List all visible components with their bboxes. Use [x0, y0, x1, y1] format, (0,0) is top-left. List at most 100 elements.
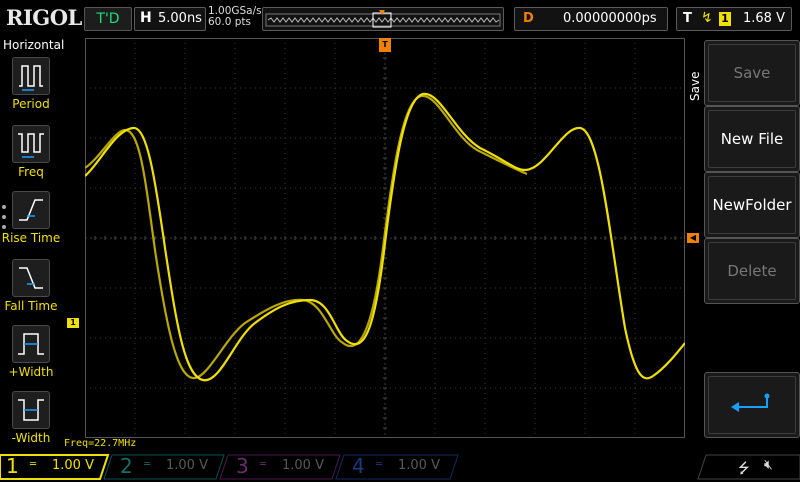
grid-tick [304, 236, 306, 240]
grid-tick [383, 427, 387, 429]
grid-tick [364, 236, 366, 240]
grid-tick [434, 236, 436, 240]
grid-tick [383, 347, 387, 349]
grid-tick [604, 236, 606, 240]
grid-tick [524, 236, 526, 240]
measure-fall-time-button[interactable]: Fall Time [4, 259, 58, 325]
usb-icon: ⭍ [738, 461, 750, 477]
grid-tick [134, 236, 136, 240]
delete-button[interactable]: Delete [704, 238, 800, 304]
period-icon [12, 57, 50, 95]
trigger-box[interactable]: T ↯ 1 1.68 V [676, 7, 792, 31]
grid-tick [264, 236, 266, 240]
waveform-display[interactable] [85, 38, 685, 438]
grid-tick [124, 236, 126, 240]
brand-logo: RIGOL [6, 5, 82, 30]
channel-1-ground-marker[interactable]: 1 [67, 318, 79, 328]
measure-freq-button[interactable]: Freq [9, 125, 53, 191]
measure-freq-label: Freq [18, 165, 44, 179]
grid-tick [404, 236, 406, 240]
soft-menu-title: Save [687, 62, 702, 102]
grid-tick [534, 236, 536, 240]
grid-tick [294, 236, 296, 240]
grid-tick [383, 277, 387, 279]
negative-width-icon [12, 391, 50, 429]
grid-tick [354, 236, 356, 240]
grid-tick [584, 236, 586, 240]
acquisition-status[interactable]: T'D [84, 7, 132, 31]
channel-4-tab[interactable]: 4 ═ 1.00 V [346, 453, 454, 480]
trigger-tag: T [683, 11, 692, 26]
grid-tick [284, 236, 286, 240]
grid-tick [514, 236, 516, 240]
channel-2-number: 2 [120, 454, 133, 478]
channel-2-coupling: ═ [144, 459, 151, 470]
delay-tag: D [523, 11, 534, 26]
channel-1-tab[interactable]: 1 ═ 1.00 V [0, 453, 106, 480]
horizontal-tag: H [140, 10, 152, 26]
speaker-mute-icon[interactable]: 🔇︎ [764, 457, 773, 473]
grid-tick [104, 236, 106, 240]
grid-tick [204, 236, 206, 240]
grid-tick [383, 117, 387, 119]
grid-tick [383, 197, 387, 199]
save-button[interactable]: Save [704, 40, 800, 106]
measure-period-button[interactable]: Period [9, 57, 53, 123]
grid-tick [424, 236, 426, 240]
measure-positive-width-label: +Width [8, 365, 54, 379]
grid-tick [383, 307, 387, 309]
delete-button-label: Delete [708, 242, 796, 300]
grid-tick [494, 236, 496, 240]
channel-2-tab[interactable]: 2 ═ 1.00 V [114, 453, 222, 480]
return-button[interactable] [704, 372, 800, 438]
new-file-button-label: New File [708, 110, 796, 168]
soft-menu-title-text: Save [688, 71, 702, 101]
grid-tick [383, 417, 387, 419]
grid-tick [94, 236, 96, 240]
new-file-button[interactable]: New File [704, 106, 800, 172]
grid-tick [614, 236, 616, 240]
trigger-position-icon[interactable]: T [379, 38, 391, 52]
grid-tick [154, 236, 156, 240]
channel-3-scale: 1.00 V [282, 458, 324, 473]
grid-tick [184, 236, 186, 240]
new-folder-button[interactable]: NewFolder [704, 172, 800, 238]
delay-box[interactable]: D 0.00000000ps [514, 7, 668, 31]
grid-tick [383, 357, 387, 359]
channel-2-scale: 1.00 V [166, 458, 208, 473]
grid-tick [174, 236, 176, 240]
memory-overview[interactable] [262, 7, 504, 31]
grid-tick [274, 236, 276, 240]
horizontal-timebase-box[interactable]: H 5.00ns [134, 7, 206, 31]
grid-tick [383, 337, 387, 339]
grid-tick [634, 236, 636, 240]
measure-negative-width-button[interactable]: -Width [9, 391, 53, 457]
grid-tick [383, 327, 387, 329]
grid-tick [383, 397, 387, 399]
grid-tick [254, 236, 256, 240]
grid-tick [224, 236, 226, 240]
grid-tick [374, 236, 376, 240]
channel-3-tab[interactable]: 3 ═ 1.00 V [230, 453, 338, 480]
grid-tick [654, 236, 656, 240]
grid-tick [574, 236, 576, 240]
grid-tick [383, 317, 387, 319]
save-button-label: Save [708, 44, 796, 102]
channel-4-coupling: ═ [376, 459, 383, 470]
grid-tick [383, 107, 387, 109]
grid-tick [594, 236, 596, 240]
measure-rise-time-label: Rise Time [1, 231, 61, 245]
channel-4-scale: 1.00 V [398, 458, 440, 473]
measure-rise-time-button[interactable]: Rise Time [2, 191, 60, 257]
channel-bar: 1 ═ 1.00 V 2 ═ 1.00 V 3 ═ 1.00 V 4 ═ 1.0… [0, 453, 800, 480]
grid-tick [314, 236, 316, 240]
grid-tick [383, 287, 387, 289]
channel-3-number: 3 [236, 454, 249, 478]
memory-waveform-overview [265, 10, 501, 28]
channel-3-coupling: ═ [260, 459, 267, 470]
measure-positive-width-button[interactable]: +Width [9, 325, 53, 391]
rise-time-icon [12, 191, 50, 229]
grid-tick [383, 157, 387, 159]
grid-tick [383, 367, 387, 369]
grid-tick [383, 67, 387, 69]
